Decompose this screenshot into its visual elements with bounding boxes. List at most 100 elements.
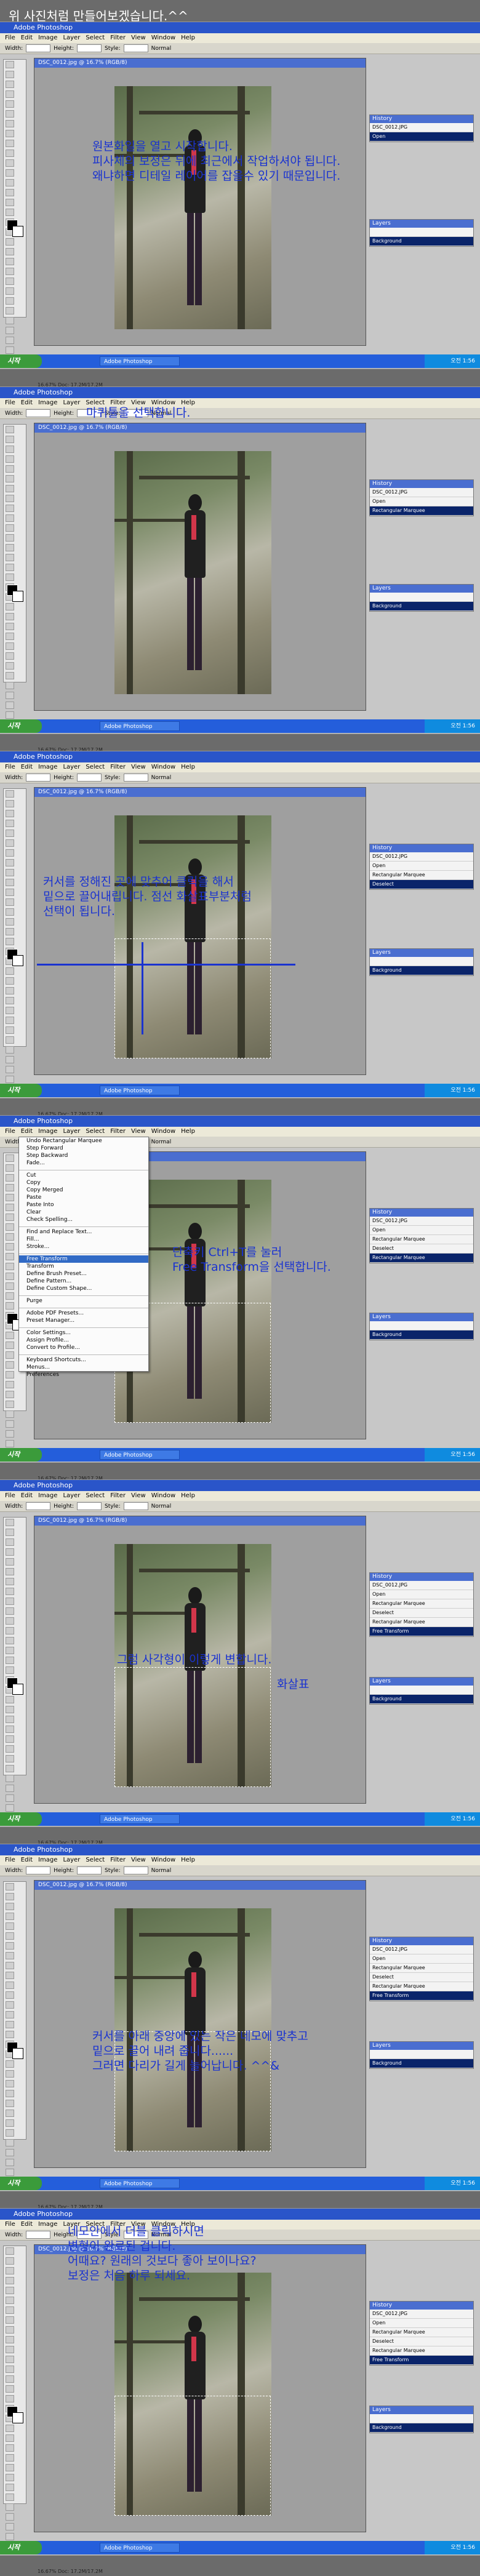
tool-button[interactable] xyxy=(6,1696,14,1703)
tool-button[interactable] xyxy=(6,1765,14,1772)
start-button[interactable]: 시작 xyxy=(0,2541,42,2554)
menu-filter[interactable]: Filter xyxy=(110,1492,126,1499)
tool-button[interactable] xyxy=(6,2464,14,2471)
tool-button[interactable] xyxy=(6,967,14,975)
tool-button[interactable] xyxy=(6,711,14,719)
layer-row[interactable]: Background xyxy=(370,237,473,246)
tool-button[interactable] xyxy=(6,613,14,620)
tool-button[interactable] xyxy=(6,977,14,985)
edit-menu-item[interactable]: Assign Profile... xyxy=(19,1337,148,1344)
tool-button[interactable] xyxy=(6,1922,14,1930)
tool-button[interactable] xyxy=(6,179,14,186)
menu-filter[interactable]: Filter xyxy=(110,764,126,770)
tool-button[interactable] xyxy=(6,1243,14,1250)
menu-view[interactable]: View xyxy=(131,1492,146,1499)
tool-button[interactable] xyxy=(6,1666,14,1674)
history-state[interactable]: Deselect xyxy=(370,1244,473,1254)
tool-button[interactable] xyxy=(6,2454,14,2462)
edit-menu-item[interactable]: Transform xyxy=(19,1263,148,1270)
menu-edit[interactable]: Edit xyxy=(21,1857,33,1863)
edit-menu-item[interactable]: Define Brush Preset... xyxy=(19,1270,148,1278)
tool-button[interactable] xyxy=(6,1214,14,1221)
menu-file[interactable]: File xyxy=(5,1128,15,1135)
tool-button[interactable] xyxy=(6,1361,14,1369)
tool-button[interactable] xyxy=(6,1657,14,1664)
tool-button[interactable] xyxy=(6,1253,14,1260)
tool-button[interactable] xyxy=(6,1794,14,1802)
tool-button[interactable] xyxy=(6,889,14,896)
tool-button[interactable] xyxy=(6,1588,14,1595)
tool-button[interactable] xyxy=(6,2494,14,2501)
tool-button[interactable] xyxy=(6,839,14,847)
tool-button[interactable] xyxy=(6,248,14,255)
history-state[interactable]: Open xyxy=(370,2319,473,2328)
history-state[interactable]: Rectangular Marquee xyxy=(370,1599,473,1609)
menu-layer[interactable]: Layer xyxy=(63,1128,80,1135)
tool-button[interactable] xyxy=(6,150,14,157)
menu-select[interactable]: Select xyxy=(86,1128,105,1135)
menu-file[interactable]: File xyxy=(5,2221,15,2228)
tool-button[interactable] xyxy=(6,633,14,640)
tool-button[interactable] xyxy=(6,849,14,857)
menu-window[interactable]: Window xyxy=(151,1128,175,1135)
menu-layer[interactable]: Layer xyxy=(63,1492,80,1499)
tool-button[interactable] xyxy=(6,2306,14,2314)
history-state[interactable]: Deselect xyxy=(370,880,473,889)
tool-button[interactable] xyxy=(6,1519,14,1526)
menu-edit[interactable]: Edit xyxy=(21,2221,33,2228)
tool-button[interactable] xyxy=(6,603,14,610)
tool-button[interactable] xyxy=(6,1233,14,1241)
tool-button[interactable] xyxy=(6,1351,14,1359)
tool-button[interactable] xyxy=(6,278,14,285)
history-state[interactable]: Rectangular Marquee xyxy=(370,1235,473,1244)
tool-button[interactable] xyxy=(6,662,14,670)
tool-button[interactable] xyxy=(6,2277,14,2284)
tool-button[interactable] xyxy=(6,1017,14,1024)
tool-button[interactable] xyxy=(6,682,14,689)
tool-button[interactable] xyxy=(6,2001,14,2009)
menu-view[interactable]: View xyxy=(131,34,146,41)
layer-row[interactable]: Background xyxy=(370,966,473,975)
width-field[interactable] xyxy=(26,1866,51,1874)
tool-button[interactable] xyxy=(6,1647,14,1654)
tool-button[interactable] xyxy=(6,1292,14,1300)
history-state[interactable]: Deselect xyxy=(370,2337,473,2346)
edit-menu-item[interactable]: Define Pattern... xyxy=(19,1278,148,1285)
tool-button[interactable] xyxy=(6,2139,14,2146)
tool-button[interactable] xyxy=(6,159,14,167)
menu-select[interactable]: Select xyxy=(86,1857,105,1863)
tool-button[interactable] xyxy=(6,1076,14,1083)
tool-button[interactable] xyxy=(6,2060,14,2068)
tool-button[interactable] xyxy=(6,2326,14,2334)
tool-button[interactable] xyxy=(6,997,14,1004)
tool-button[interactable] xyxy=(6,1371,14,1378)
menu-filter[interactable]: Filter xyxy=(110,34,126,41)
tool-button[interactable] xyxy=(6,1785,14,1792)
width-field[interactable] xyxy=(26,774,51,782)
tool-button[interactable] xyxy=(6,1538,14,1546)
style-select[interactable] xyxy=(123,1866,148,1874)
history-state[interactable]: Open xyxy=(370,497,473,506)
tool-button[interactable] xyxy=(6,672,14,679)
edit-menu-item[interactable]: Preferences xyxy=(19,1371,148,1378)
tool-button[interactable] xyxy=(6,2484,14,2491)
tool-button[interactable] xyxy=(6,2395,14,2402)
tool-button[interactable] xyxy=(6,1804,14,1812)
history-state[interactable]: Deselect xyxy=(370,1973,473,1982)
tool-button[interactable] xyxy=(6,2021,14,2028)
edit-menu-item[interactable]: Undo Rectangular Marquee xyxy=(19,1137,148,1145)
tool-button[interactable] xyxy=(6,1164,14,1172)
tool-button[interactable] xyxy=(6,2385,14,2393)
edit-menu-item[interactable]: Purge xyxy=(19,1297,148,1305)
tool-button[interactable] xyxy=(6,908,14,916)
tool-button[interactable] xyxy=(6,1440,14,1447)
tool-button[interactable] xyxy=(6,1026,14,1034)
tool-button[interactable] xyxy=(6,1332,14,1339)
menu-image[interactable]: Image xyxy=(38,1857,57,1863)
tool-button[interactable] xyxy=(6,2533,14,2540)
tool-button[interactable] xyxy=(6,1952,14,1959)
tool-button[interactable] xyxy=(6,2031,14,2038)
tool-button[interactable] xyxy=(6,2110,14,2117)
tool-button[interactable] xyxy=(6,495,14,502)
tool-button[interactable] xyxy=(6,1775,14,1782)
